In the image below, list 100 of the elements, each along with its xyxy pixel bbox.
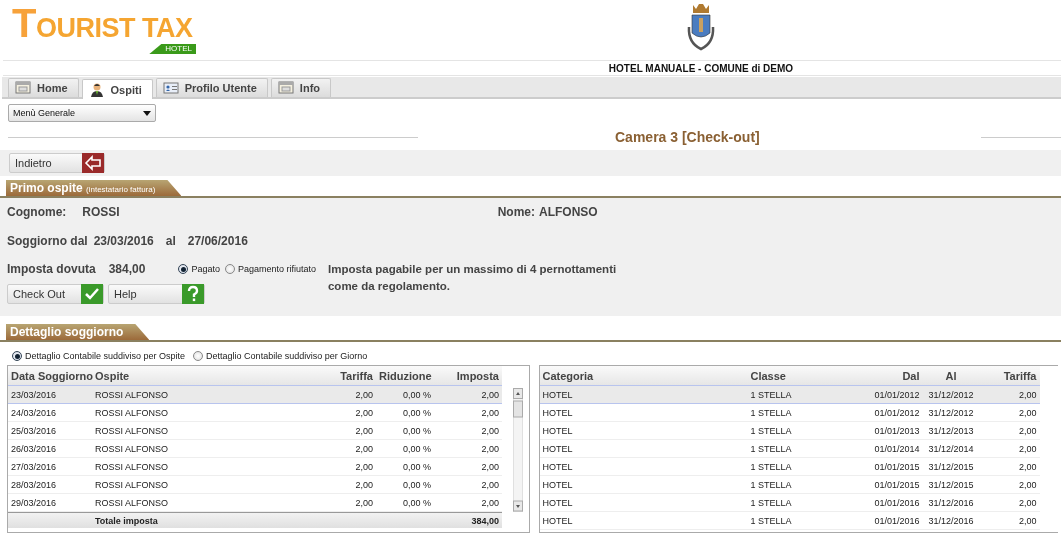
table-cell-text: ROSSI ALFONSO xyxy=(94,461,170,472)
column-header[interactable]: Tariffa xyxy=(979,369,1040,382)
table-cell-text: 2,00 xyxy=(1017,461,1038,472)
field-value: 23/03/2016 xyxy=(93,234,154,248)
column-header[interactable]: Dal xyxy=(864,369,923,382)
radio-button[interactable] xyxy=(178,264,189,274)
table-cell-text: ROSSI ALFONSO xyxy=(94,497,170,508)
table-cell-text: 1 STELLA xyxy=(749,461,793,472)
logo-badge: HOTEL xyxy=(149,44,196,54)
checkmark-icon xyxy=(81,284,103,304)
table-cell-text: 31/12/2014 xyxy=(927,443,975,454)
table-cell-text: 2,00 xyxy=(480,407,500,418)
section-title: Dettaglio soggiorno xyxy=(6,324,150,340)
table-row[interactable]: 25/03/2016 ROSSI ALFONSO 2,00 0,00 % 2,00 xyxy=(8,422,502,440)
table-cell-text: ROSSI ALFONSO xyxy=(94,425,170,436)
table-cell-text: 01/01/2016 xyxy=(873,515,921,526)
table-row[interactable]: 27/03/2016 ROSSI ALFONSO 2,00 0,00 % 2,00 xyxy=(8,458,502,476)
table-cell-text: 2,00 xyxy=(480,389,500,400)
back-button[interactable]: Indietro xyxy=(9,153,105,173)
table-row[interactable]: 26/03/2016 ROSSI ALFONSO 2,00 0,00 % 2,00 xyxy=(8,440,502,458)
table-cell-text: 27/03/2016 xyxy=(10,461,58,472)
radio-button[interactable] xyxy=(224,264,235,274)
table-cell-text: ROSSI ALFONSO xyxy=(94,389,170,400)
radio-label[interactable]: Pagamento rifiutato xyxy=(237,264,316,274)
scrollbar[interactable] xyxy=(512,388,523,512)
table-row[interactable]: HOTEL 1 STELLA 01/01/2015 31/12/2015 2,00 xyxy=(539,476,1040,494)
table-row[interactable]: 28/03/2016 ROSSI ALFONSO 2,00 0,00 % 2,00 xyxy=(8,476,502,494)
window-icon xyxy=(277,80,294,96)
tab[interactable]: Info xyxy=(270,78,332,97)
table-cell-text: 31/12/2015 xyxy=(927,479,975,490)
id-card-icon xyxy=(162,80,179,96)
field-value: 27/06/2016 xyxy=(187,234,248,248)
table-cell-text: 01/01/2012 xyxy=(873,389,921,400)
table-row[interactable]: HOTEL 1 STELLA 01/01/2016 31/12/2016 2,00 xyxy=(539,494,1040,512)
table-row[interactable]: 23/03/2016 ROSSI ALFONSO 2,00 0,00 % 2,00 xyxy=(8,386,502,404)
table-cell-text: HOTEL xyxy=(541,389,574,400)
dropdown-arrow-icon xyxy=(143,110,151,116)
table-row[interactable]: HOTEL 1 STELLA 01/01/2015 31/12/2015 2,00 xyxy=(539,458,1040,476)
table-cell-text: 0,00 % xyxy=(401,461,432,472)
column-header[interactable]: Ospite xyxy=(92,369,310,382)
tab[interactable]: Profilo Utente xyxy=(155,78,268,97)
table-row[interactable]: HOTEL 1 STELLA 01/01/2016 31/12/2016 2,00 xyxy=(539,512,1040,530)
table-cell-text: 31/12/2012 xyxy=(927,407,975,418)
field-label: Nome: xyxy=(497,205,535,219)
table-row[interactable]: HOTEL 1 STELLA 01/01/2012 31/12/2012 2,00 xyxy=(539,386,1040,404)
table-cell-text: HOTEL xyxy=(541,461,574,472)
radio-label[interactable]: Pagato xyxy=(191,264,220,274)
table-cell-text: 2,00 xyxy=(480,497,500,508)
field-value: 384,00 xyxy=(108,262,146,276)
table-cell-text: 1 STELLA xyxy=(749,425,793,436)
table-cell-text: 2,00 xyxy=(480,479,500,490)
table-cell-text: 31/12/2013 xyxy=(927,425,975,436)
table-row[interactable]: HOTEL 1 STELLA 01/01/2013 31/12/2013 2,00 xyxy=(539,422,1040,440)
field-label: Cognome: xyxy=(7,205,67,219)
table-cell-text: 0,00 % xyxy=(401,407,432,418)
table-cell-text: HOTEL xyxy=(541,515,574,526)
column-header[interactable]: Categoria xyxy=(539,369,748,382)
total-label: Totale imposta xyxy=(94,515,159,526)
column-header[interactable]: Imposta xyxy=(434,369,502,382)
table-row[interactable]: HOTEL 1 STELLA 01/01/2012 31/12/2012 2,00 xyxy=(539,404,1040,422)
table-cell-text: 23/03/2016 xyxy=(10,389,58,400)
table-cell-text: HOTEL xyxy=(541,479,574,490)
column-header[interactable]: Al xyxy=(922,369,980,382)
table-cell-text: 31/12/2012 xyxy=(927,389,975,400)
radio-label[interactable]: Dettaglio Contabile suddiviso per Giorno xyxy=(206,351,368,361)
tab[interactable]: Ospiti xyxy=(81,79,153,99)
table-cell-text: 26/03/2016 xyxy=(10,443,58,454)
table-cell-text: ROSSI ALFONSO xyxy=(94,443,170,454)
table-cell-text: 0,00 % xyxy=(401,389,432,400)
table-cell-text: 1 STELLA xyxy=(749,443,793,454)
table-cell-text: HOTEL xyxy=(541,497,574,508)
table-cell-text: 1 STELLA xyxy=(749,497,793,508)
table-cell-text: 1 STELLA xyxy=(749,407,793,418)
help-button[interactable]: Help xyxy=(108,284,205,304)
field-label: Imposta dovuta xyxy=(7,262,96,276)
table-cell-text: 31/12/2016 xyxy=(927,497,975,508)
column-header[interactable]: Riduzione xyxy=(376,369,434,382)
table-row[interactable]: 24/03/2016 ROSSI ALFONSO 2,00 0,00 % 2,00 xyxy=(8,404,502,422)
table-cell-text: ROSSI ALFONSO xyxy=(94,479,170,490)
table-cell-text: HOTEL xyxy=(541,407,574,418)
check-out-button[interactable]: Check Out xyxy=(7,284,104,304)
table-cell-text: 2,00 xyxy=(480,443,500,454)
column-header[interactable]: Data Soggiorno xyxy=(8,369,92,382)
radio-button[interactable] xyxy=(12,351,22,361)
column-header[interactable]: Classe xyxy=(747,369,865,382)
table-cell-text: 28/03/2016 xyxy=(10,479,58,490)
person-icon xyxy=(88,81,105,98)
table-cell-text: 29/03/2016 xyxy=(10,497,58,508)
table-cell-text: 0,00 % xyxy=(401,425,432,436)
field-label: Soggiorno dal xyxy=(7,234,88,248)
table-row[interactable]: HOTEL 1 STELLA 01/01/2014 31/12/2014 2,00 xyxy=(539,440,1040,458)
table-cell-text: 2,00 xyxy=(354,461,374,472)
coat-of-arms-icon xyxy=(685,3,717,53)
table-cell-text: 2,00 xyxy=(480,425,500,436)
tab[interactable]: Home xyxy=(8,78,79,97)
radio-label[interactable]: Dettaglio Contabile suddiviso per Ospite xyxy=(25,351,186,361)
table-cell-text: 25/03/2016 xyxy=(10,425,58,436)
column-header[interactable]: Tariffa xyxy=(310,369,376,382)
menu-select[interactable]: Menù Generale xyxy=(8,104,156,122)
radio-button[interactable] xyxy=(193,351,204,361)
